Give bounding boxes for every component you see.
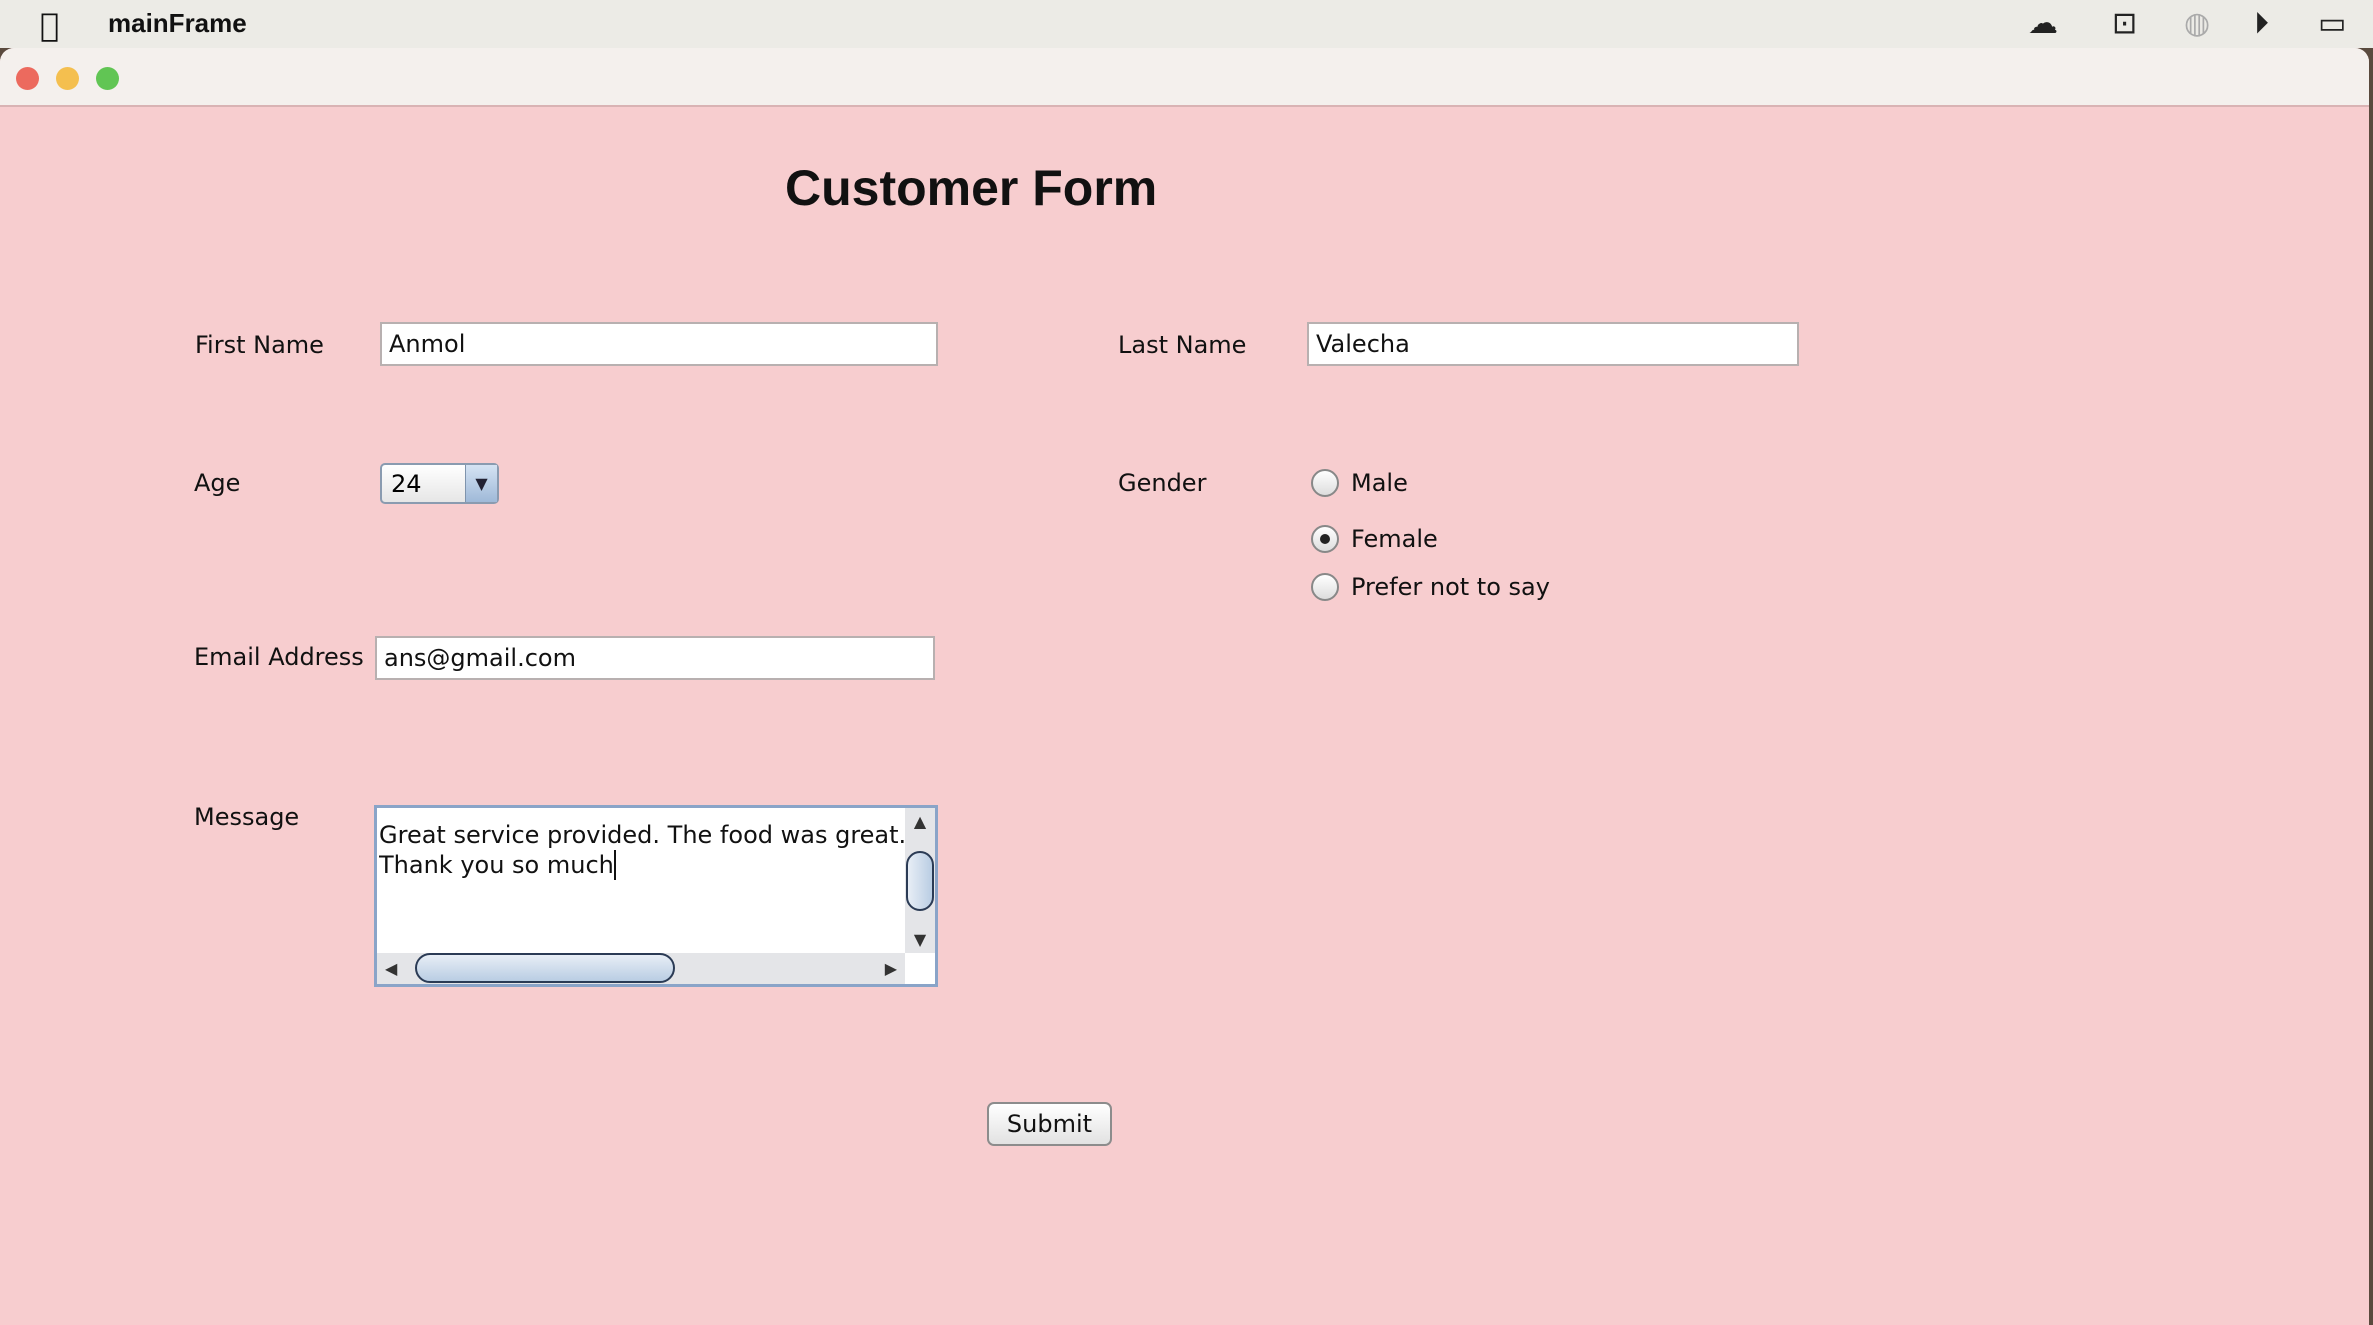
form-panel: Customer Form First Name Anmol Last Name… xyxy=(0,107,2369,1325)
globe-icon[interactable]: ◍ xyxy=(2184,6,2210,41)
chevron-down-icon[interactable]: ▼ xyxy=(465,465,497,502)
horizontal-scrollbar[interactable]: ◀ ▶ xyxy=(377,953,905,984)
email-input[interactable]: ans@gmail.com xyxy=(375,636,935,680)
apple-menu-icon[interactable]:  xyxy=(40,6,59,44)
main-window: Customer Form First Name Anmol Last Name… xyxy=(0,48,2369,1325)
gender-radio-prefer-not[interactable] xyxy=(1311,573,1339,601)
first-name-label: First Name xyxy=(195,331,324,359)
battery-icon[interactable]: ▭ xyxy=(2318,6,2346,41)
vertical-scroll-thumb[interactable] xyxy=(906,850,934,911)
outlook-icon[interactable]: ⊡ xyxy=(2112,6,2137,41)
gender-radio-male[interactable] xyxy=(1311,469,1339,497)
first-name-input[interactable]: Anmol xyxy=(380,322,938,366)
app-name[interactable]: mainFrame xyxy=(108,8,247,39)
age-select[interactable]: 24 ▼ xyxy=(380,463,499,504)
scroll-up-icon[interactable]: ▲ xyxy=(914,812,926,831)
submit-button[interactable]: Submit xyxy=(987,1102,1112,1146)
last-name-input[interactable]: Valecha xyxy=(1307,322,1799,366)
cloud-icon[interactable]: ☁ xyxy=(2028,6,2058,41)
scroll-right-icon[interactable]: ▶ xyxy=(885,959,897,978)
email-label: Email Address xyxy=(194,643,364,671)
close-button[interactable] xyxy=(16,67,39,90)
menu-bar:  mainFrame ☁ ⊡ ◍ ⏵ ▭ xyxy=(0,0,2373,48)
form-title: Customer Form xyxy=(785,160,1158,216)
vertical-scrollbar[interactable]: ▲ ▼ xyxy=(905,808,935,953)
age-value: 24 xyxy=(391,469,422,498)
gender-radio-female[interactable] xyxy=(1311,525,1339,553)
scroll-left-icon[interactable]: ◀ xyxy=(385,959,397,978)
scroll-down-icon[interactable]: ▼ xyxy=(914,930,926,949)
message-textarea[interactable]: Great service provided. The food was gre… xyxy=(374,805,938,987)
horizontal-scroll-thumb[interactable] xyxy=(415,953,675,983)
title-bar xyxy=(0,48,2369,107)
minimize-button[interactable] xyxy=(56,67,79,90)
gender-label-prefer-not[interactable]: Prefer not to say xyxy=(1351,573,1550,601)
gender-label-male[interactable]: Male xyxy=(1351,469,1408,497)
gender-label: Gender xyxy=(1118,469,1207,497)
last-name-label: Last Name xyxy=(1118,331,1247,359)
message-line-2: Thank you so much xyxy=(379,850,616,880)
message-line-1: Great service provided. The food was gre… xyxy=(379,821,904,849)
play-icon[interactable]: ⏵ xyxy=(2254,6,2269,41)
zoom-button[interactable] xyxy=(96,67,119,90)
gender-label-female[interactable]: Female xyxy=(1351,525,1438,553)
age-label: Age xyxy=(194,469,241,497)
message-label: Message xyxy=(194,803,300,831)
